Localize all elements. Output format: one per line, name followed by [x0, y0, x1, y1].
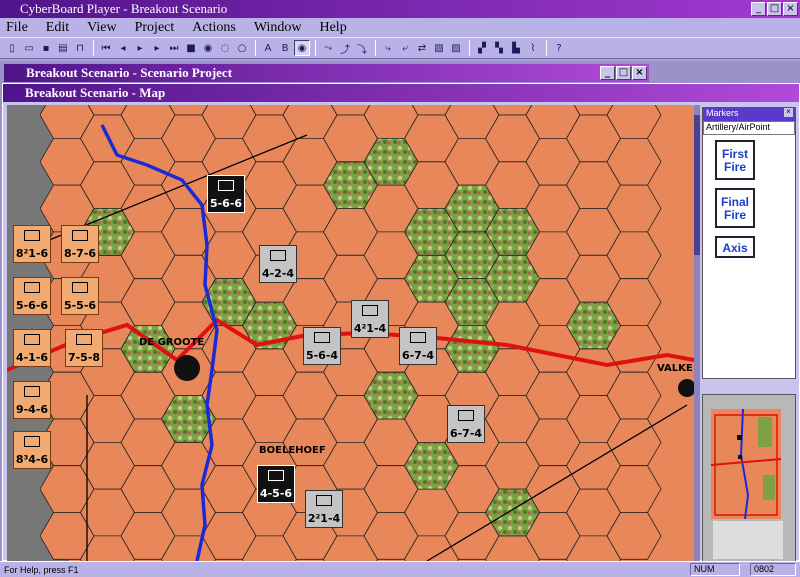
menu-actions[interactable]: Actions: [192, 20, 236, 36]
toolbar-separator: [546, 40, 547, 56]
unit-counter[interactable]: 8²1-6: [13, 225, 51, 263]
bubble2-icon[interactable]: ○: [234, 40, 250, 56]
stop-icon[interactable]: ■: [183, 40, 199, 56]
unit-counter[interactable]: 6-7-4: [447, 405, 485, 443]
first-icon[interactable]: ⏮: [98, 40, 114, 56]
maximize-button[interactable]: □: [767, 2, 782, 16]
unit-counter[interactable]: 8³4-6: [13, 431, 51, 469]
markers-title: Markers: [706, 108, 739, 118]
town-degroote: [174, 355, 200, 381]
place-degroote: DE GROOTE: [139, 337, 205, 348]
arrange2-icon[interactable]: ▚: [491, 40, 507, 56]
rotate-icon[interactable]: ⤵: [354, 40, 370, 56]
markers-palette: Markers × Artillery/AirPoint First Fire …: [702, 107, 796, 379]
record-icon[interactable]: ◉: [200, 40, 216, 56]
status-bar: For Help, press F1 NUM 0802: [0, 561, 800, 577]
last-icon[interactable]: ⏭: [166, 40, 182, 56]
menu-file[interactable]: File: [6, 20, 28, 36]
unit-counter[interactable]: 2²1-4: [305, 490, 343, 528]
toolbar-separator: [375, 40, 376, 56]
map-window-title: Breakout Scenario - Map: [25, 85, 166, 100]
save-icon[interactable]: ▪: [38, 40, 54, 56]
toolbar-separator: [469, 40, 470, 56]
next-icon[interactable]: ▸: [149, 40, 165, 56]
app-title: CyberBoard Player - Breakout Scenario: [20, 1, 228, 16]
eye-icon[interactable]: ◉: [294, 40, 310, 56]
marker-final-fire[interactable]: Final Fire: [715, 188, 755, 228]
print-icon[interactable]: ▤: [55, 40, 71, 56]
bubble-icon[interactable]: ◌: [217, 40, 233, 56]
map-window-titlebar[interactable]: Breakout Scenario - Map: [3, 84, 799, 102]
menu-window[interactable]: Window: [254, 20, 302, 36]
unit-counter[interactable]: 4-5-6: [257, 465, 295, 503]
menu-project[interactable]: Project: [135, 20, 175, 36]
town-valke: [678, 379, 694, 397]
unit-counter[interactable]: 5-6-6: [13, 277, 51, 315]
palette-close-icon[interactable]: ×: [784, 108, 793, 117]
unit-counter[interactable]: 5-6-4: [303, 327, 341, 365]
flip-icon[interactable]: ⤷: [380, 40, 396, 56]
project-window-title: Breakout Scenario - Scenario Project: [26, 65, 233, 80]
project-close-button[interactable]: ×: [632, 66, 647, 80]
toolbar-separator: [255, 40, 256, 56]
unit-counter[interactable]: 8-7-6: [61, 225, 99, 263]
stack-icon[interactable]: ▨: [448, 40, 464, 56]
game-map[interactable]: DE GROOTE BOELEHOEF VALKE 5-6-6 4-2-4 4²…: [7, 105, 694, 561]
unit-counter[interactable]: 5-5-6: [61, 277, 99, 315]
arrange4-icon[interactable]: ⌇: [525, 40, 541, 56]
markers-header: Markers ×: [703, 108, 795, 121]
open-icon[interactable]: ▭: [21, 40, 37, 56]
close-button[interactable]: ×: [783, 2, 798, 16]
unit-counter[interactable]: 7-5-8: [65, 329, 103, 367]
unit-counter[interactable]: 4-1-6: [13, 329, 51, 367]
mdi-area: Breakout Scenario - Scenario Project _ □…: [0, 61, 800, 562]
status-help-text: For Help, press F1: [4, 564, 79, 575]
unit-counter[interactable]: 5-6-6: [207, 175, 245, 213]
marker-category-select[interactable]: Artillery/AirPoint: [703, 121, 795, 135]
layer-icon[interactable]: ▧: [431, 40, 447, 56]
marker-axis[interactable]: Axis: [715, 236, 755, 258]
map-overview[interactable]: [702, 394, 796, 562]
menu-help[interactable]: Help: [319, 20, 346, 36]
overview-svg: [703, 395, 795, 561]
unit-counter[interactable]: 6-7-4: [399, 327, 437, 365]
plot-icon[interactable]: ⤴: [337, 40, 353, 56]
unit-counter[interactable]: 9-4-6: [13, 381, 51, 419]
toolbar-separator: [93, 40, 94, 56]
text-a-icon[interactable]: A: [260, 40, 276, 56]
map-vertical-scrollbar[interactable]: [694, 105, 700, 561]
toolbar-separator: [315, 40, 316, 56]
toolbar: ▯ ▭ ▪ ▤ ⊓ ⏮ ◂ ▸ ▸ ⏭ ■ ◉ ◌ ○ A B ◉ ⤳ ⤴ ⤵ …: [0, 37, 800, 59]
place-valke: VALKE: [657, 363, 693, 374]
menu-bar: File Edit View Project Actions Window He…: [0, 18, 800, 37]
minimize-button[interactable]: _: [751, 2, 766, 16]
project-maximize-button[interactable]: □: [616, 66, 631, 80]
help-icon[interactable]: ?: [551, 40, 567, 56]
prev-icon[interactable]: ◂: [115, 40, 131, 56]
lock-icon[interactable]: ⊓: [72, 40, 88, 56]
move-icon[interactable]: ⤳: [320, 40, 336, 56]
menu-edit[interactable]: Edit: [46, 20, 69, 36]
menu-view[interactable]: View: [87, 20, 116, 36]
marker-first-fire[interactable]: First Fire: [715, 140, 755, 180]
project-window-titlebar[interactable]: Breakout Scenario - Scenario Project _ □…: [4, 64, 649, 82]
status-code: 0802: [750, 563, 796, 576]
play-icon[interactable]: ▸: [132, 40, 148, 56]
map-window: Breakout Scenario - Map DE GROOTE BOELEH…: [2, 83, 800, 562]
arrange-icon[interactable]: ▞: [474, 40, 490, 56]
unit-counter[interactable]: 4²1-4: [351, 300, 389, 338]
app-titlebar: CyberBoard Player - Breakout Scenario _ …: [0, 0, 800, 18]
text-b-icon[interactable]: B: [277, 40, 293, 56]
place-boelehoef: BOELEHOEF: [259, 445, 326, 456]
unit-counter[interactable]: 4-2-4: [259, 245, 297, 283]
zoom-icon[interactable]: ⇄: [414, 40, 430, 56]
status-num: NUM: [690, 563, 740, 576]
new-icon[interactable]: ▯: [4, 40, 20, 56]
scroll-thumb[interactable]: [694, 115, 700, 255]
arrange3-icon[interactable]: ▙: [508, 40, 524, 56]
grid-icon[interactable]: ⤶: [397, 40, 413, 56]
project-minimize-button[interactable]: _: [600, 66, 615, 80]
